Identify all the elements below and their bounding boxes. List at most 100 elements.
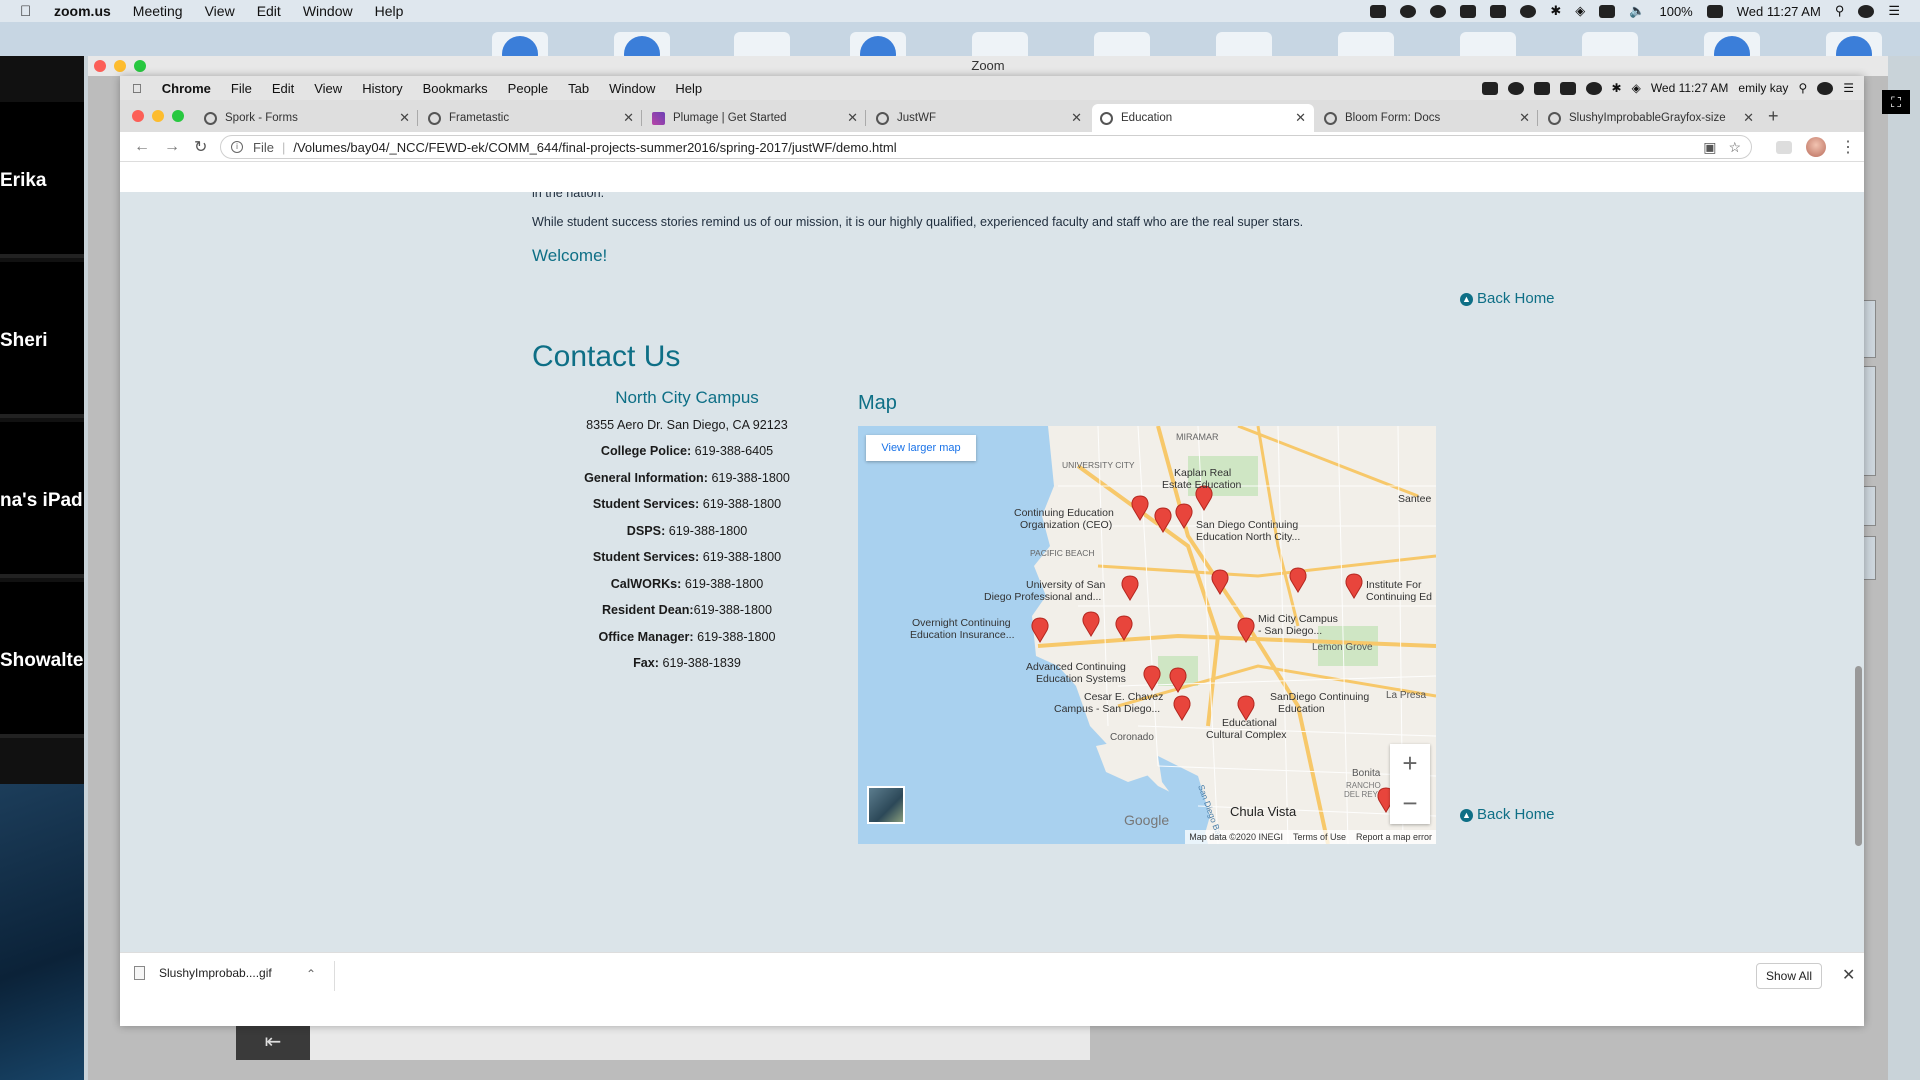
spotlight-icon[interactable]: ⚲ — [1798, 81, 1807, 95]
close-tab-icon[interactable]: ✕ — [1295, 110, 1306, 126]
back-arrow-icon[interactable]: ← — [134, 138, 150, 156]
menu-file[interactable]: File — [231, 81, 252, 96]
zoom-status-icon[interactable] — [1370, 4, 1387, 18]
back-home-link[interactable]: ▲ Back Home — [1460, 290, 1555, 307]
menu-people[interactable]: People — [508, 81, 548, 96]
siri-icon[interactable] — [1858, 4, 1875, 18]
collapse-arrow-icon[interactable]: ⇤ — [236, 1024, 310, 1060]
zoom-window-button[interactable] — [134, 60, 146, 72]
wifi-icon[interactable]: ◈ — [1575, 3, 1585, 19]
side-panel-item[interactable] — [1864, 536, 1876, 580]
spotlight-icon[interactable]: ⚲ — [1835, 3, 1845, 19]
close-tab-icon[interactable]: ✕ — [623, 110, 634, 126]
extension-icon[interactable] — [1776, 140, 1792, 154]
info-icon[interactable]: i — [231, 141, 243, 153]
report-map-error-link[interactable]: Report a map error — [1356, 832, 1432, 842]
close-icon[interactable]: ✕ — [1842, 965, 1855, 985]
bookmark-star-icon[interactable]: ☆ — [1728, 139, 1741, 156]
menu-edit[interactable]: Edit — [272, 81, 294, 96]
creative-cloud-icon[interactable] — [1507, 81, 1524, 95]
menu-kebab-icon[interactable]: ⋮ — [1840, 137, 1856, 157]
tab-spork-forms[interactable]: Spork - Forms ✕ — [196, 104, 418, 132]
dropbox-icon[interactable] — [1481, 81, 1498, 95]
view-larger-map-button[interactable]: View larger map — [866, 435, 976, 461]
thumbnail[interactable] — [1582, 32, 1638, 56]
reload-icon[interactable]: ↻ — [194, 137, 207, 157]
close-tab-icon[interactable]: ✕ — [1743, 110, 1754, 126]
url-text[interactable]: /Volumes/bay04/_NCC/FEWD-ek/COMM_644/fin… — [293, 140, 896, 155]
new-tab-button[interactable]: + — [1768, 106, 1779, 127]
time-machine-icon[interactable] — [1520, 4, 1537, 18]
participant-tile[interactable]: Erika — [0, 102, 84, 258]
embedded-google-map[interactable]: MIRAMAR UNIVERSITY CITY Kaplan Real Esta… — [858, 426, 1436, 844]
side-panel-item[interactable] — [1864, 366, 1876, 476]
map-canvas[interactable]: MIRAMAR UNIVERSITY CITY Kaplan Real Esta… — [858, 426, 1436, 844]
user-name[interactable]: emily kay — [1738, 81, 1788, 95]
os-menu-edit[interactable]: Edit — [257, 3, 281, 19]
show-all-button[interactable]: Show All — [1756, 963, 1822, 989]
drive-icon[interactable] — [1460, 4, 1477, 18]
menu-window[interactable]: Window — [609, 81, 655, 96]
notification-center-icon[interactable]: ☰ — [1888, 3, 1900, 19]
tab-education[interactable]: Education ✕ — [1092, 104, 1314, 132]
zoom-in-button[interactable]: + — [1390, 744, 1430, 784]
apple-icon[interactable]:  — [20, 3, 38, 20]
minimize-window-button[interactable] — [114, 60, 126, 72]
os-app-name[interactable]: zoom.us — [54, 3, 111, 19]
chevron-up-icon[interactable]: ⌃ — [306, 967, 316, 981]
airplay-icon[interactable] — [1490, 4, 1507, 18]
os-menu-window[interactable]: Window — [303, 3, 353, 19]
forward-arrow-icon[interactable]: → — [164, 138, 180, 156]
bluetooth-icon[interactable]: ✱ — [1550, 3, 1561, 19]
side-panel-item[interactable] — [1864, 300, 1876, 358]
thumbnail[interactable] — [734, 32, 790, 56]
apple-icon[interactable]:  — [132, 81, 142, 96]
close-tab-icon[interactable]: ✕ — [1519, 110, 1530, 126]
thumbnail[interactable] — [1338, 32, 1394, 56]
menu-history[interactable]: History — [362, 81, 402, 96]
os-menu-meeting[interactable]: Meeting — [133, 3, 183, 19]
close-tab-icon[interactable]: ✕ — [847, 110, 858, 126]
close-window-button[interactable] — [94, 60, 106, 72]
screen-icon[interactable] — [1559, 81, 1576, 95]
back-home-link[interactable]: ▲ Back Home — [1460, 806, 1555, 823]
wifi-icon[interactable]: ◈ — [1632, 81, 1641, 95]
thumbnail[interactable] — [850, 32, 906, 56]
thumbnail[interactable] — [972, 32, 1028, 56]
tab-slushy-gif[interactable]: SlushyImprobableGrayfox-size ✕ — [1540, 104, 1762, 132]
thumbnail[interactable] — [614, 32, 670, 56]
thumbnail[interactable] — [1826, 32, 1882, 56]
time-machine-icon[interactable] — [1585, 81, 1602, 95]
tab-plumage[interactable]: Plumage | Get Started ✕ — [644, 104, 866, 132]
address-bar[interactable]: i File | /Volumes/bay04/_NCC/FEWD-ek/COM… — [220, 135, 1752, 159]
participant-tile[interactable]: na's iPad — [0, 422, 84, 578]
menu-bookmarks[interactable]: Bookmarks — [423, 81, 488, 96]
zoom-out-button[interactable]: − — [1390, 784, 1430, 824]
thumbnail[interactable] — [1460, 32, 1516, 56]
creative-cloud-icon[interactable] — [1430, 4, 1447, 18]
tab-justwf[interactable]: JustWF ✕ — [868, 104, 1090, 132]
minimize-window-button[interactable] — [152, 110, 164, 122]
close-tab-icon[interactable]: ✕ — [399, 110, 410, 126]
os-menu-view[interactable]: View — [205, 3, 235, 19]
profile-avatar[interactable] — [1806, 137, 1826, 157]
close-window-button[interactable] — [132, 110, 144, 122]
chrome-clock[interactable]: Wed 11:27 AM — [1651, 81, 1729, 95]
translate-icon[interactable]: ▣ — [1703, 139, 1716, 156]
download-item[interactable]: SlushyImprobab....gif — [134, 966, 272, 980]
tab-bloom-form[interactable]: Bloom Form: Docs ✕ — [1316, 104, 1538, 132]
satellite-toggle-thumbnail[interactable] — [867, 786, 905, 824]
battery-icon[interactable] — [1706, 4, 1723, 18]
fullscreen-window-button[interactable] — [172, 110, 184, 122]
tab-frametastic[interactable]: Frametastic ✕ — [420, 104, 642, 132]
close-tab-icon[interactable]: ✕ — [1071, 110, 1082, 126]
page-scrollbar[interactable] — [1852, 192, 1864, 952]
menu-tab[interactable]: Tab — [568, 81, 589, 96]
thumbnail[interactable] — [1216, 32, 1272, 56]
thumbnail[interactable] — [492, 32, 548, 56]
menu-view[interactable]: View — [314, 81, 342, 96]
chat-icon[interactable] — [1400, 4, 1417, 18]
participant-tile[interactable]: Showalte — [0, 582, 84, 738]
chrome-app-menu[interactable]: Chrome — [162, 81, 211, 96]
os-menu-help[interactable]: Help — [375, 3, 404, 19]
